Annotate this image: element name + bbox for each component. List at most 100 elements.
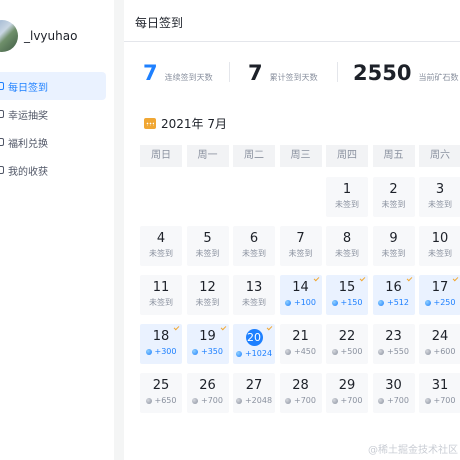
- calendar-day[interactable]: 5 未签到: [186, 226, 229, 266]
- day-status: 未签到: [149, 298, 173, 307]
- ore-icon: [192, 348, 198, 355]
- sidebar-menu: 每日签到 幸运抽奖 福利兑换 我的收获: [0, 72, 106, 184]
- ore-icon: [331, 397, 338, 404]
- ore-icon: [235, 350, 242, 357]
- calendar-day[interactable]: 22 +500: [326, 324, 368, 364]
- day-number: 8: [342, 231, 352, 246]
- weekday-label: 周六: [419, 145, 460, 167]
- day-number: 19: [199, 329, 216, 344]
- calendar-day[interactable]: 21 +450: [279, 324, 322, 364]
- calendar-day[interactable]: 7 未签到: [279, 226, 322, 266]
- day-number: 12: [199, 280, 216, 295]
- calendar-day[interactable]: 13 未签到: [233, 275, 275, 315]
- calendar-day[interactable]: 20 +1024: [233, 324, 275, 364]
- ore-icon: [192, 397, 198, 404]
- day-number: 29: [338, 378, 356, 393]
- calendar-day[interactable]: 16 +512: [372, 275, 415, 315]
- day-status: +550: [373, 347, 415, 357]
- calendar-day[interactable]: 28 +700: [279, 373, 322, 413]
- weekday-label: 周四: [326, 145, 368, 167]
- ore-reward: +700: [201, 396, 223, 405]
- day-number: 17: [431, 280, 449, 295]
- ore-reward: +500: [340, 347, 363, 356]
- sidebar-item-label: 每日签到: [8, 82, 48, 94]
- ore-reward: +700: [294, 396, 316, 405]
- ore-icon: [285, 299, 291, 306]
- day-status: +350: [187, 347, 229, 357]
- weekday-label: 周日: [140, 145, 182, 167]
- chevron-icon: [0, 110, 4, 118]
- calendar-day[interactable]: 30 +700: [372, 373, 415, 413]
- calendar-day[interactable]: 10 未签到: [419, 226, 460, 266]
- calendar-day[interactable]: 23 +550: [372, 324, 415, 364]
- calendar-day[interactable]: 31 +700: [419, 373, 460, 413]
- calendar-day[interactable]: 2 未签到: [372, 177, 415, 217]
- calendar-day[interactable]: 24 +600: [419, 324, 460, 364]
- calendar-day[interactable]: 12 未签到: [186, 275, 229, 315]
- day-number: 18: [152, 329, 170, 344]
- calendar-day[interactable]: 4 未签到: [140, 226, 182, 266]
- day-number: 23: [385, 329, 402, 344]
- sidebar-item-lucky-draw[interactable]: 幸运抽奖: [0, 100, 106, 128]
- ore-reward: +600: [433, 347, 456, 356]
- day-number: 4: [156, 231, 166, 246]
- ore-reward: +512: [387, 298, 409, 307]
- ore-reward: +2048: [244, 396, 273, 405]
- calendar-day[interactable]: 3 未签到: [419, 177, 460, 217]
- stat-value: 7: [248, 61, 263, 85]
- day-number: 26: [199, 378, 216, 393]
- day-number: 10: [431, 231, 449, 246]
- calendar-day[interactable]: 14 +100: [279, 275, 322, 315]
- weekday-label: 周一: [186, 145, 229, 167]
- calendar-day[interactable]: 29 +700: [326, 373, 368, 413]
- calendar-day[interactable]: 17 +250: [419, 275, 460, 315]
- stats-bar: 7 连续签到天数 7 累计签到天数 2550 当前矿石数: [124, 58, 460, 88]
- sidebar-item-label: 我的收获: [8, 166, 48, 178]
- day-number: 22: [338, 329, 356, 344]
- day-number: 27: [245, 378, 263, 393]
- day-status: 未签到: [242, 298, 266, 307]
- day-status: +500: [326, 347, 368, 357]
- calendar-day[interactable]: 8 未签到: [326, 226, 368, 266]
- ore-icon: [285, 397, 291, 404]
- day-status: 未签到: [242, 249, 266, 258]
- day-number: 5: [203, 231, 212, 246]
- calendar-day[interactable]: 11 未签到: [140, 275, 182, 315]
- stat-label: 当前矿石数: [418, 73, 459, 82]
- username[interactable]: _lvyuhao: [24, 29, 77, 43]
- sidebar: _lvyuhao 每日签到 幸运抽奖 福利兑换 我的收获: [0, 0, 114, 460]
- calendar-day[interactable]: 9 未签到: [372, 226, 415, 266]
- day-status: 未签到: [381, 249, 406, 258]
- day-status: +700: [326, 396, 368, 406]
- day-number: 2: [389, 182, 398, 197]
- day-status: +150: [326, 298, 368, 308]
- page-title: 每日签到: [124, 0, 460, 42]
- sidebar-item-my-gains[interactable]: 我的收获: [0, 156, 106, 184]
- day-number: 6: [249, 231, 259, 246]
- calendar-day[interactable]: 1 未签到: [326, 177, 368, 217]
- stat-ore-count: 2550 当前矿石数: [353, 58, 458, 88]
- calendar-day[interactable]: 19 +350: [186, 324, 229, 364]
- ore-icon: [235, 397, 242, 404]
- day-number: 3: [435, 182, 445, 197]
- ore-icon: [424, 397, 431, 404]
- ore-reward: +250: [433, 298, 456, 307]
- ore-reward: +1024: [244, 349, 273, 358]
- calendar-day[interactable]: 15 +150: [326, 275, 368, 315]
- calendar-day[interactable]: 6 未签到: [233, 226, 275, 266]
- divider: [229, 62, 230, 82]
- divider: [337, 62, 338, 82]
- calendar-day[interactable]: 18 +300: [140, 324, 182, 364]
- calendar-day[interactable]: 26 +700: [186, 373, 229, 413]
- day-number: 16: [385, 280, 402, 295]
- calendar-icon: [144, 118, 156, 129]
- avatar[interactable]: [0, 20, 18, 52]
- calendar-day[interactable]: 27 +2048: [233, 373, 275, 413]
- today-marker: 20: [245, 329, 263, 346]
- sidebar-item-rewards-exchange[interactable]: 福利兑换: [0, 128, 106, 156]
- ore-reward: +350: [201, 347, 223, 356]
- sidebar-item-daily-checkin[interactable]: 每日签到: [0, 72, 106, 100]
- calendar-day[interactable]: 25 +650: [140, 373, 182, 413]
- month-label: 2021年 7月: [161, 117, 227, 131]
- stat-value: 2550: [353, 61, 412, 85]
